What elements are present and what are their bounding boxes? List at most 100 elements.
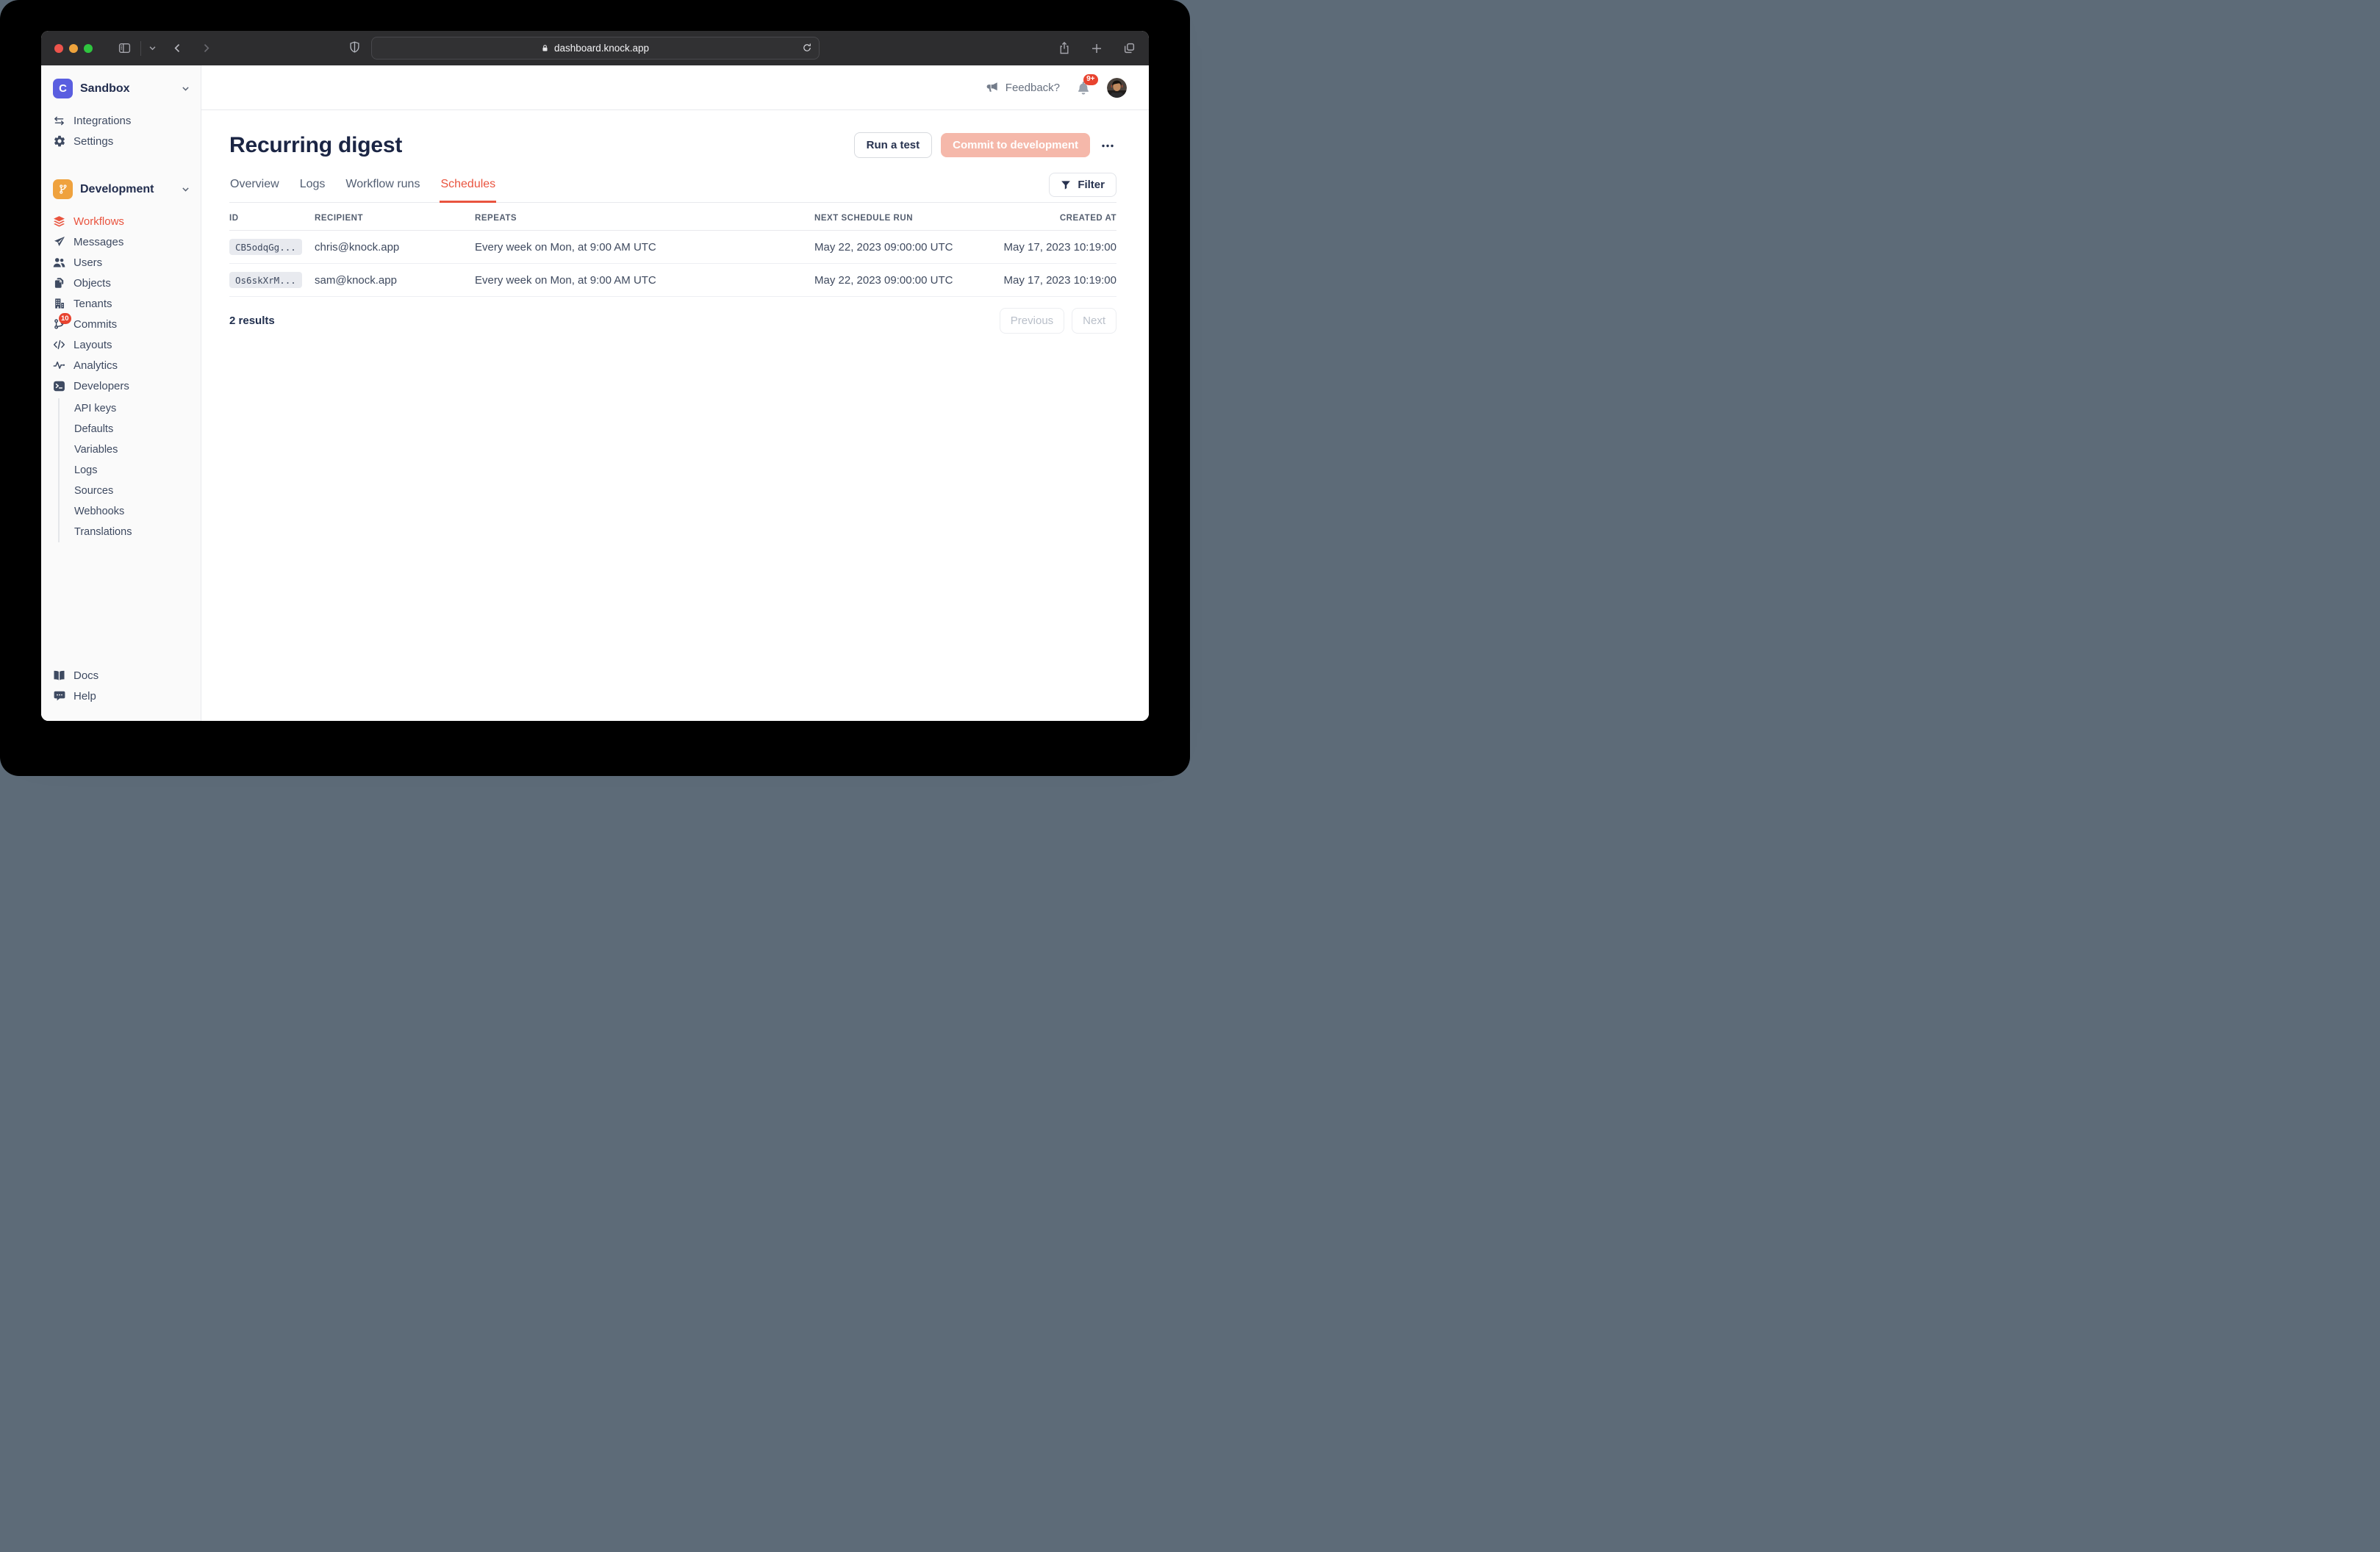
tab-workflow-runs[interactable]: Workflow runs xyxy=(345,171,420,202)
commit-to-development-button[interactable]: Commit to development xyxy=(941,133,1090,157)
filter-label: Filter xyxy=(1078,179,1105,191)
next-page-button[interactable]: Next xyxy=(1072,308,1116,334)
sidebar-item-label: Commits xyxy=(74,318,117,331)
column-header-next-schedule-run: NEXT SCHEDULE RUN xyxy=(814,214,969,223)
account-logo: C xyxy=(53,79,73,98)
sidebar-toggle-icon[interactable] xyxy=(118,42,132,54)
close-window-button[interactable] xyxy=(54,44,63,53)
shield-icon[interactable] xyxy=(349,40,360,58)
more-options-button[interactable] xyxy=(1099,135,1116,156)
tab-schedules[interactable]: Schedules xyxy=(440,171,496,202)
previous-page-button[interactable]: Previous xyxy=(1000,308,1064,334)
forward-icon[interactable] xyxy=(201,43,211,54)
sidebar-item-analytics[interactable]: Analytics xyxy=(53,355,192,376)
recipient-cell: sam@knock.app xyxy=(315,274,475,287)
chevron-down-icon xyxy=(181,184,190,194)
table-header: ID RECIPIENT REPEATS NEXT SCHEDULE RUN C… xyxy=(229,203,1116,231)
sidebar-item-integrations[interactable]: Integrations xyxy=(53,110,192,131)
paper-plane-icon xyxy=(53,236,65,248)
created-at-cell: May 17, 2023 10:19:00 xyxy=(969,274,1116,287)
chevron-down-icon xyxy=(181,84,190,93)
column-header-repeats: REPEATS xyxy=(475,214,814,223)
sidebar-item-label: Analytics xyxy=(74,359,118,372)
sidebar-item-messages[interactable]: Messages xyxy=(53,231,192,252)
notifications-button[interactable]: 9+ xyxy=(1076,80,1091,96)
git-branch-icon xyxy=(57,184,68,195)
sidebar-item-label: Users xyxy=(74,256,102,269)
sidebar-item-workflows[interactable]: Workflows xyxy=(53,211,192,231)
code-icon xyxy=(53,340,65,350)
sidebar-item-translations[interactable]: Translations xyxy=(74,522,192,542)
pulse-icon xyxy=(53,360,65,370)
book-icon xyxy=(53,670,65,681)
sidebar-item-help[interactable]: Help xyxy=(53,686,192,706)
layers-icon xyxy=(53,215,65,228)
account-switcher[interactable]: C Sandbox xyxy=(53,77,192,101)
sidebar-item-label: Settings xyxy=(74,135,113,148)
results-count: 2 results xyxy=(229,315,275,327)
column-header-created-at: CREATED AT xyxy=(969,214,1116,223)
titlebar-divider xyxy=(140,41,141,56)
sidebar-subitem-label: Webhooks xyxy=(74,506,124,517)
sidebar-item-sources[interactable]: Sources xyxy=(74,481,192,501)
zoom-window-button[interactable] xyxy=(84,44,93,53)
sidebar-subitem-label: Translations xyxy=(74,526,132,538)
megaphone-icon xyxy=(986,82,999,93)
git-commit-icon: 10 xyxy=(53,318,65,330)
sidebar-item-api-keys[interactable]: API keys xyxy=(74,398,192,419)
reload-icon[interactable] xyxy=(802,42,812,56)
documents-icon xyxy=(53,277,65,289)
sidebar-item-tenants[interactable]: Tenants xyxy=(53,293,192,314)
sidebar-item-defaults[interactable]: Defaults xyxy=(74,419,192,439)
users-icon xyxy=(53,257,65,268)
filter-button[interactable]: Filter xyxy=(1049,173,1116,197)
sidebar-item-label: Docs xyxy=(74,669,98,682)
sidebar-item-objects[interactable]: Objects xyxy=(53,273,192,293)
chevron-down-icon[interactable] xyxy=(148,44,157,52)
browser-titlebar: dashboard.knock.app xyxy=(41,31,1149,65)
sidebar-item-layouts[interactable]: Layouts xyxy=(53,334,192,355)
sidebar-item-variables[interactable]: Variables xyxy=(74,439,192,460)
schedule-id-badge[interactable]: CB5odqGg... xyxy=(229,239,302,255)
new-tab-icon[interactable] xyxy=(1091,43,1103,54)
sidebar-item-users[interactable]: Users xyxy=(53,252,192,273)
tabs-overview-icon[interactable] xyxy=(1123,42,1136,54)
tab-logs[interactable]: Logs xyxy=(299,171,326,202)
tab-overview[interactable]: Overview xyxy=(229,171,280,202)
integrations-icon xyxy=(53,115,65,126)
sidebar-item-webhooks[interactable]: Webhooks xyxy=(74,501,192,522)
next-schedule-run-cell: May 22, 2023 09:00:00 UTC xyxy=(814,274,969,287)
share-icon[interactable] xyxy=(1058,41,1070,55)
sidebar-item-label: Workflows xyxy=(74,215,124,228)
sidebar-item-settings[interactable]: Settings xyxy=(53,131,192,151)
column-header-recipient: RECIPIENT xyxy=(315,214,475,223)
minimize-window-button[interactable] xyxy=(69,44,78,53)
sidebar-subitem-label: API keys xyxy=(74,403,116,414)
back-icon[interactable] xyxy=(173,43,182,54)
feedback-button[interactable]: Feedback? xyxy=(986,82,1060,94)
settings-icon xyxy=(53,135,65,147)
feedback-label: Feedback? xyxy=(1006,82,1060,94)
lock-icon xyxy=(541,43,549,53)
chat-bubble-icon xyxy=(53,690,65,702)
run-a-test-button[interactable]: Run a test xyxy=(854,132,933,158)
sidebar-item-logs[interactable]: Logs xyxy=(74,460,192,481)
sidebar-item-label: Tenants xyxy=(74,298,112,310)
address-bar-url: dashboard.knock.app xyxy=(554,43,649,54)
table-row[interactable]: Os6skXrM... sam@knock.app Every week on … xyxy=(229,264,1116,297)
sidebar-item-developers[interactable]: Developers xyxy=(53,376,192,396)
sidebar-item-docs[interactable]: Docs xyxy=(53,665,192,686)
sidebar-item-label: Messages xyxy=(74,236,123,248)
table-row[interactable]: CB5odqGg... chris@knock.app Every week o… xyxy=(229,231,1116,264)
schedule-id-badge[interactable]: Os6skXrM... xyxy=(229,272,302,288)
next-schedule-run-cell: May 22, 2023 09:00:00 UTC xyxy=(814,241,969,254)
environment-logo xyxy=(53,179,73,199)
terminal-icon xyxy=(53,380,65,392)
address-bar[interactable]: dashboard.knock.app xyxy=(371,37,820,60)
tab-bar: Overview Logs Workflow runs Schedules Fi… xyxy=(229,171,1116,203)
avatar[interactable] xyxy=(1107,78,1127,98)
sidebar-item-commits[interactable]: 10 Commits xyxy=(53,314,192,334)
environment-switcher[interactable]: Development xyxy=(53,178,192,202)
sidebar-subitem-label: Logs xyxy=(74,464,97,476)
sidebar-item-label: Developers xyxy=(74,380,129,392)
